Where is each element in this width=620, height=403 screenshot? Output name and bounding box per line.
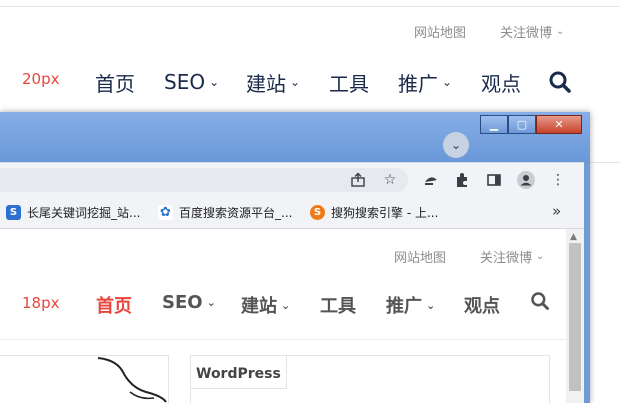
site-map-link[interactable]: 网站地图 [414,22,466,41]
font-size-label: 18px [22,294,60,312]
follow-weibo-label: 关注微博 [480,251,533,266]
chevron-down-icon: ⌄ [442,75,453,89]
search-icon[interactable] [548,70,572,98]
nav-item-build[interactable]: 建站 ⌄ [241,292,290,318]
follow-weibo-label: 关注微博 [500,26,553,41]
bookmarks-bar: S 长尾关键词挖掘_站... ✿ 百度搜索资源平台_... S 搜狗搜索引擎 -… [0,196,584,229]
nav-item-home[interactable]: 首页 [96,292,132,318]
share-icon[interactable] [348,170,368,190]
sidebar-widget: WordPress [190,355,550,403]
side-panel-icon[interactable] [484,170,504,190]
minimize-button[interactable]: ▁ [480,115,508,134]
sketch-image [97,357,167,403]
site-map-link[interactable]: 网站地图 [394,247,446,266]
chevron-down-icon: ⌄ [290,75,301,89]
nav-label: 工具 [329,71,369,96]
nav-item-build[interactable]: 建站 ⌄ [246,68,300,96]
nav-item-promote[interactable]: 推广 ⌄ [386,292,435,318]
nav-label: 推广 [386,296,422,317]
follow-weibo-link[interactable]: 关注微博 ⌄ [480,247,544,266]
vertical-scrollbar[interactable]: ▲ [566,229,584,403]
sogou-icon: S [310,205,325,220]
article-thumbnail[interactable] [0,355,169,403]
tab-search-button[interactable]: ⌄ [443,132,469,158]
nav-label: SEO [164,70,206,94]
close-button[interactable]: ✕ [536,115,582,134]
nav-label: 首页 [96,296,132,317]
more-bookmarks-button[interactable]: » [552,202,561,220]
page-viewport: 网站地图 关注微博 ⌄ 18px 首页 SEO ⌄ 建站 ⌄ 工具 推广 ⌄ 观点 W… [0,229,566,403]
baidu-paw-icon: ✿ [158,205,173,220]
nav-label: 观点 [464,296,500,317]
bookmark-favicon-icon: S [6,205,21,220]
browser-window: ▁ ▢ ✕ ⌄ ☆ ⋮ S 长尾关键词挖掘_站... ✿ 百度搜索资源平台_..… [0,112,590,403]
profile-avatar-icon[interactable] [516,170,536,190]
nav-item-home[interactable]: 首页 [95,68,135,96]
nav-item-views[interactable]: 观点 [464,292,500,318]
divider [0,339,566,340]
nav-label: 工具 [320,296,356,317]
bookmark-label: 百度搜索资源平台_... [179,206,293,220]
nav-item-seo[interactable]: SEO ⌄ [164,68,219,96]
chevron-down-icon: ⌄ [450,138,462,152]
nav-label: 推广 [398,71,438,96]
bookmark-item[interactable]: S 长尾关键词挖掘_站... [6,204,140,221]
nav-label: 观点 [481,71,521,96]
puzzle-icon[interactable] [452,170,472,190]
chevron-down-icon: ⌄ [556,26,565,37]
nav-label: 建站 [241,296,277,317]
extension-icon[interactable] [421,170,441,190]
nav-label: 首页 [95,71,135,96]
nav-item-views[interactable]: 观点 [481,68,521,96]
maximize-button[interactable]: ▢ [508,115,536,134]
scrollbar-thumb[interactable] [569,243,581,391]
title-bar: ▁ ▢ ✕ ⌄ [0,112,590,162]
font-size-label: 20px [22,70,60,88]
nav-item-promote[interactable]: 推广 ⌄ [398,68,452,96]
divider [0,6,620,7]
nav-item-tools[interactable]: 工具 [329,68,369,96]
window-controls: ▁ ▢ ✕ [480,115,582,134]
address-bar[interactable] [0,168,408,192]
chevron-down-icon: ⌄ [206,296,216,309]
menu-kebab-icon[interactable]: ⋮ [548,170,568,190]
tab-wordpress[interactable]: WordPress [191,356,287,389]
chevron-down-icon: ⌄ [209,75,220,89]
divider [590,162,620,163]
bookmark-label: 搜狗搜索引擎 - 上... [331,206,439,220]
bookmark-star-icon[interactable]: ☆ [380,170,400,190]
chevron-down-icon: ⌄ [426,298,436,312]
scroll-up-arrow-icon[interactable]: ▲ [570,232,577,242]
bookmark-item[interactable]: ✿ 百度搜索资源平台_... [158,204,292,221]
chevron-down-icon: ⌄ [536,251,545,262]
browser-toolbar: ☆ ⋮ [0,162,584,197]
nav-item-seo[interactable]: SEO ⌄ [162,292,216,313]
nav-item-tools[interactable]: 工具 [320,292,356,318]
bookmark-item[interactable]: S 搜狗搜索引擎 - 上... [310,204,438,221]
nav-label: SEO [162,292,203,313]
chevron-down-icon: ⌄ [281,298,291,312]
nav-label: 建站 [246,71,286,96]
search-icon[interactable] [530,291,550,315]
follow-weibo-link[interactable]: 关注微博 ⌄ [500,22,564,41]
bookmark-label: 长尾关键词挖掘_站... [27,206,141,220]
